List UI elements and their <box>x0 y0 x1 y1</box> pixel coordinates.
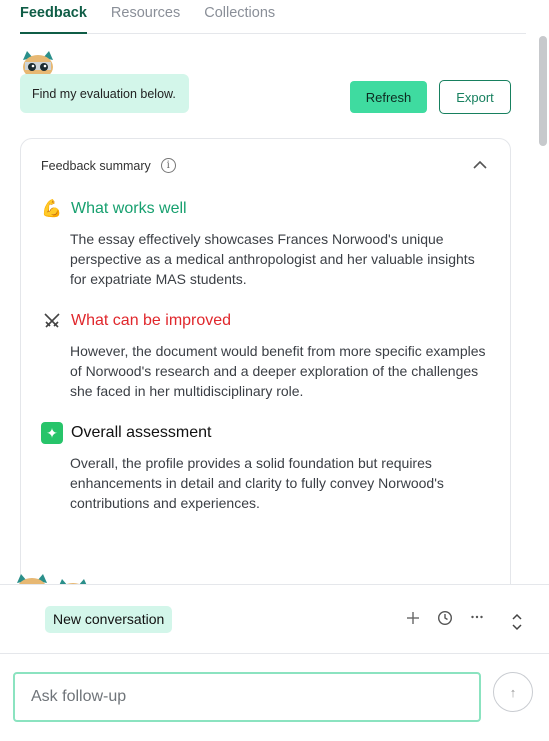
scrollbar-thumb[interactable] <box>539 36 547 146</box>
section-improvements: What can be improved However, the docume… <box>41 309 491 401</box>
history-icon[interactable] <box>436 609 454 627</box>
export-button[interactable]: Export <box>439 80 511 114</box>
chevron-up-icon[interactable] <box>472 157 488 173</box>
plus-icon[interactable] <box>404 609 422 627</box>
feedback-summary-card: Feedback summary i 💪 What works well The… <box>20 138 511 598</box>
send-button[interactable]: ↑ <box>493 672 533 712</box>
info-icon[interactable]: i <box>160 158 176 173</box>
sparkles-icon: ✦ <box>41 422 63 444</box>
section-body: Overall, the profile provides a solid fo… <box>70 455 444 511</box>
evaluation-message: Find my evaluation below. <box>20 74 189 113</box>
tab-feedback[interactable]: Feedback <box>20 0 87 34</box>
arrow-up-icon: ↑ <box>509 684 517 700</box>
summary-header: Feedback summary i <box>41 158 176 173</box>
crossed-swords-icon <box>41 310 63 332</box>
tab-collections[interactable]: Collections <box>204 0 275 34</box>
tab-resources[interactable]: Resources <box>111 0 180 34</box>
section-overall: ✦ Overall assessment Overall, the profil… <box>41 421 491 513</box>
section-title: What works well <box>71 200 187 217</box>
tab-bar: Feedback Resources Collections <box>20 0 526 34</box>
new-conversation-label[interactable]: New conversation <box>45 606 173 633</box>
follow-up-input[interactable] <box>13 672 481 722</box>
summary-title: Feedback summary <box>41 158 151 173</box>
expand-collapse-icon[interactable] <box>508 613 526 631</box>
flexed-biceps-icon: 💪 <box>41 199 63 218</box>
divider <box>0 653 549 654</box>
section-body: The essay effectively showcases Frances … <box>70 231 475 287</box>
section-works-well: 💪 What works well The essay effectively … <box>41 197 491 289</box>
section-title: Overall assessment <box>71 424 212 441</box>
conversation-panel: New conversation ↑ <box>0 584 549 741</box>
section-body: However, the document would benefit from… <box>70 343 486 399</box>
refresh-button[interactable]: Refresh <box>350 81 427 113</box>
more-options-icon[interactable] <box>468 609 486 627</box>
section-title: What can be improved <box>71 312 232 329</box>
